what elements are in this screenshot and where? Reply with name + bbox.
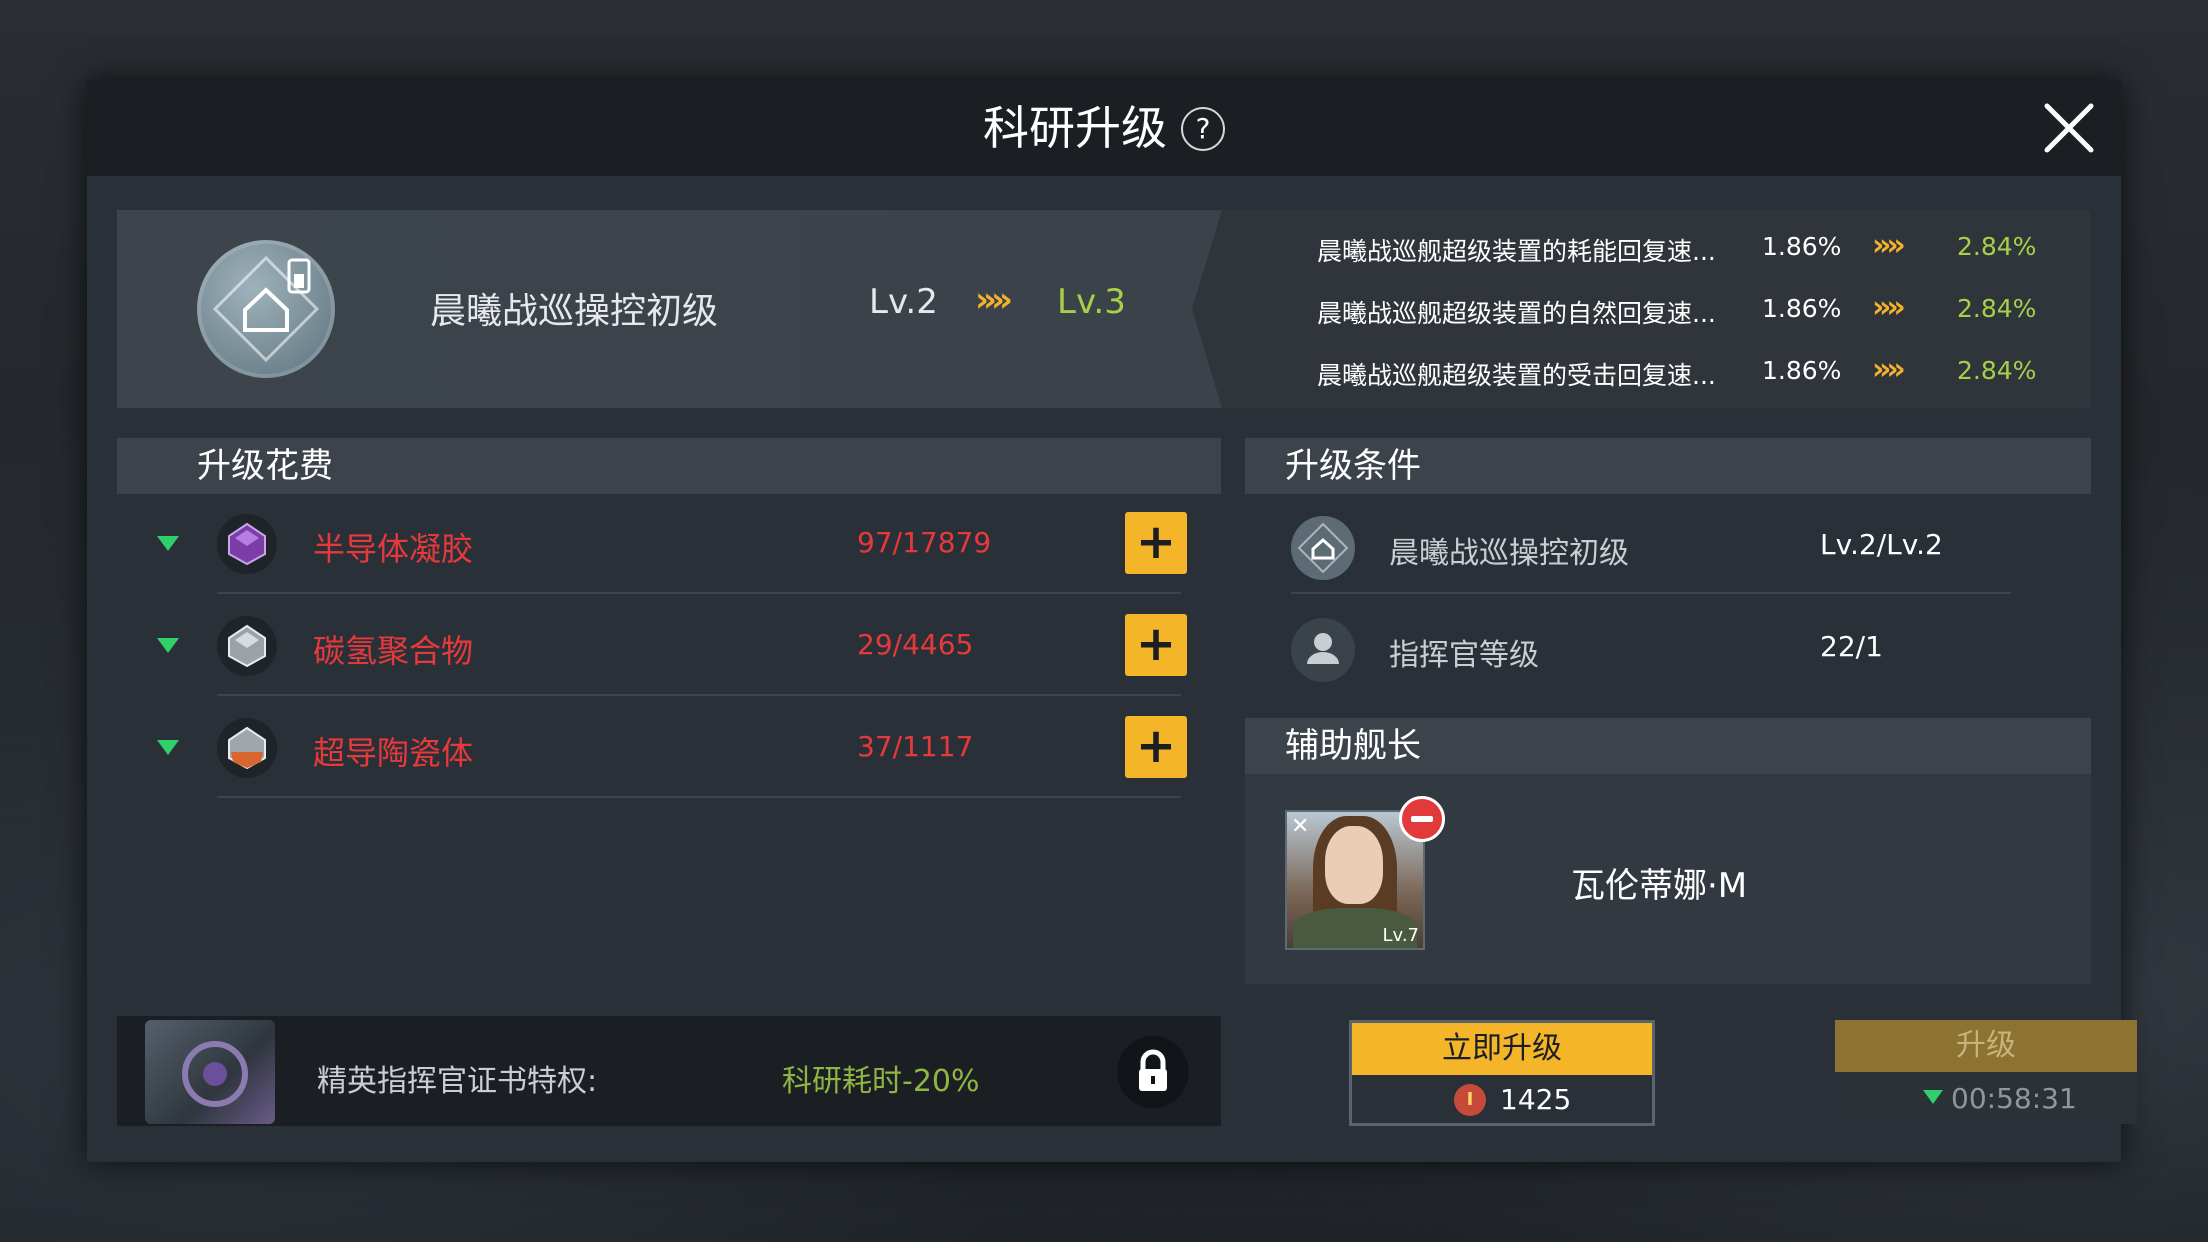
lock-icon[interactable]	[1117, 1036, 1189, 1108]
captain-panel: ✕ Lv.7 瓦伦蒂娜·M	[1245, 774, 2091, 984]
conditions-header: 升级条件	[1245, 438, 2091, 494]
upgrade-time-row: 00:58:31	[1835, 1072, 2137, 1124]
resource-row: 超导陶瓷体 37/1117 +	[117, 698, 1221, 798]
down-triangle-icon	[157, 536, 179, 551]
resource-count: 29/4465	[857, 628, 974, 661]
white-crystal-icon	[217, 616, 277, 676]
perk-value: 科研耗时-20%	[782, 1064, 980, 1099]
resource-name: 半导体凝胶	[313, 530, 474, 568]
portrait-face	[1325, 826, 1383, 904]
condition-value: 22/1	[1820, 630, 1883, 663]
help-icon[interactable]: ?	[1181, 107, 1225, 151]
divider	[217, 592, 1181, 594]
resource-count: 97/17879	[857, 526, 992, 559]
down-triangle-icon	[157, 740, 179, 755]
stat-to: 2.84%	[1957, 232, 2037, 261]
upgrade-label: 升级	[1835, 1020, 2137, 1072]
stat-name: 晨曦战巡舰超级装置的受击回复速...	[1317, 361, 1716, 390]
tech-house-icon	[197, 240, 335, 378]
divider	[217, 796, 1181, 798]
add-resource-button[interactable]: +	[1125, 614, 1187, 676]
resource-name: 超导陶瓷体	[313, 734, 474, 772]
stat-from: 1.86%	[1762, 294, 1842, 323]
tech-name: 晨曦战巡操控初级	[430, 291, 719, 332]
purple-crystal-icon	[217, 514, 277, 574]
instant-upgrade-label: 立即升级	[1352, 1023, 1652, 1075]
commander-person-icon	[1291, 618, 1355, 682]
instant-upgrade-cost: 1425	[1500, 1083, 1572, 1116]
captain-header: 辅助舰长	[1245, 718, 2091, 774]
cost-list: 半导体凝胶 97/17879 + 碳氢聚合物 29/4465 + 超导陶瓷体 3…	[117, 494, 1221, 1016]
resource-name: 碳氢聚合物	[313, 632, 474, 670]
divider	[1291, 592, 2011, 594]
condition-name: 晨曦战巡操控初级	[1389, 536, 1629, 571]
add-resource-button[interactable]: +	[1125, 512, 1187, 574]
orange-crystal-icon	[217, 718, 277, 778]
stat-name: 晨曦战巡舰超级装置的自然回复速...	[1317, 299, 1716, 328]
elite-perk-bar: 精英指挥官证书特权: 科研耗时-20%	[117, 1016, 1221, 1126]
down-triangle-icon	[1923, 1090, 1943, 1104]
cost-header: 升级花费	[117, 438, 1221, 494]
resource-row: 半导体凝胶 97/17879 +	[117, 494, 1221, 594]
dialog-title: 科研升级?	[87, 100, 2121, 156]
divider	[217, 694, 1181, 696]
remove-captain-icon[interactable]	[1399, 796, 1445, 842]
dialog-title-text: 科研升级	[983, 101, 1167, 155]
resource-count: 37/1117	[857, 730, 974, 763]
condition-row: 指挥官等级 22/1	[1245, 596, 2051, 696]
stat-from: 1.86%	[1762, 232, 1842, 261]
certificate-device-icon	[145, 1020, 275, 1124]
stat-name: 晨曦战巡舰超级装置的耗能回复速...	[1317, 237, 1716, 266]
add-resource-button[interactable]: +	[1125, 716, 1187, 778]
research-upgrade-dialog: 科研升级? 晨曦战巡操控初级 Lv.2 »» Lv.3 晨曦战巡舰超级装置的耗能…	[87, 80, 2137, 1162]
close-icon[interactable]	[2039, 98, 2099, 158]
stat-to: 2.84%	[1957, 294, 2037, 323]
tech-info-panel: 晨曦战巡操控初级 Lv.2 »» Lv.3 晨曦战巡舰超级装置的耗能回复速...…	[117, 210, 2091, 408]
level-arrow-icon: »»	[975, 280, 1013, 320]
level-to: Lv.3	[1057, 282, 1126, 322]
perk-label: 精英指挥官证书特权:	[317, 1064, 598, 1099]
title-bar: 科研升级?	[87, 80, 2121, 176]
stat-from: 1.86%	[1762, 356, 1842, 385]
captain-name: 瓦伦蒂娜·M	[1571, 866, 1748, 906]
condition-name: 指挥官等级	[1389, 638, 1539, 673]
level-from: Lv.2	[869, 282, 938, 322]
premium-coin-icon: I	[1454, 1084, 1486, 1116]
condition-row: 晨曦战巡操控初级 Lv.2/Lv.2	[1245, 494, 2051, 594]
stat-arrow-icon: »»	[1872, 352, 1906, 387]
stat-arrow-icon: »»	[1872, 290, 1906, 325]
stat-arrow-icon: »»	[1872, 228, 1906, 263]
instant-upgrade-cost-row: I 1425	[1352, 1075, 1652, 1123]
resource-row: 碳氢聚合物 29/4465 +	[117, 596, 1221, 696]
upgrade-button[interactable]: 升级 00:58:31	[1835, 1020, 2137, 1126]
instant-upgrade-button[interactable]: 立即升级 I 1425	[1349, 1020, 1655, 1126]
upgrade-time: 00:58:31	[1951, 1082, 2077, 1115]
condition-value: Lv.2/Lv.2	[1820, 528, 1943, 561]
tech-house-icon	[1291, 516, 1355, 580]
captain-level: Lv.7	[1382, 925, 1419, 946]
tools-icon: ✕	[1291, 814, 1310, 839]
down-triangle-icon	[157, 638, 179, 653]
stat-to: 2.84%	[1957, 356, 2037, 385]
